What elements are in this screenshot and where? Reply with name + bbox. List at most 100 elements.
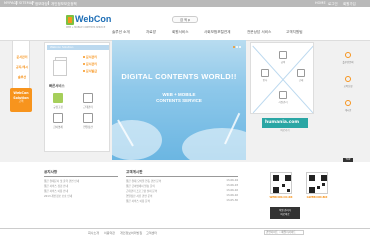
hr-label: 급여 (280, 61, 286, 64)
board-row-date: 13-05-30 (226, 199, 238, 202)
quick-item-board[interactable]: 게시판 (340, 108, 356, 112)
nav-item-member[interactable]: 회원서비스 (172, 30, 189, 35)
board-row[interactable]: 웹콘 급여명세서 발송 문의 (126, 184, 206, 188)
util-link-home[interactable]: HOME (315, 1, 326, 5)
quick-service-title: 빠른서비스 (49, 84, 65, 88)
util-separator (16, 1, 17, 5)
footer-divider (0, 228, 370, 229)
main-nav: 솔루션 소개 자료방 회원서비스 사회보험포털연계 전문상담 서비스 고객지원팀 (100, 30, 350, 38)
doc-button-manage-2[interactable]: 문서관리 (83, 62, 105, 67)
service-label: 급여명세 (53, 126, 63, 129)
board-row-date: 13-06-04 (226, 179, 238, 182)
util-link-join[interactable]: 회원가입 (343, 1, 356, 6)
quick-item-inquiry[interactable]: 솔루션문의 (340, 60, 356, 64)
personnel-icon[interactable] (261, 69, 269, 77)
notice-title: 공지사항 (44, 170, 58, 174)
solution-badge[interactable]: WebCon Solution 고객 (10, 88, 32, 112)
board-row[interactable]: 근태관리 프로그램 설치 문의 (126, 189, 206, 193)
notice-row[interactable]: 2013 개인정보 보호 안내 (44, 194, 72, 198)
util-link-privacy[interactable]: 개인정보보호정책 (51, 1, 77, 6)
qr-code-gwebcon[interactable] (306, 172, 328, 194)
quick-item-notice[interactable]: 공지/게시 (14, 65, 30, 69)
doc-button-issue[interactable]: 문서발급 (83, 69, 105, 74)
banner-pager[interactable] (232, 44, 244, 48)
search-button[interactable]: 검 색 ρ (172, 16, 198, 23)
small-ad-banner[interactable]: 직원 관리가 바로바로 (270, 207, 300, 219)
qr-label-gwebcon: GWEBCON.BIZ (306, 196, 328, 199)
qr-label-webcon: WEBCON.CO.KR (269, 196, 293, 199)
panel-heading: Webcon Solution (47, 45, 109, 50)
footer-link-terms[interactable]: 이용약관 (104, 231, 115, 235)
right-quick-menu: 솔루션문의 교육신청 게시판 (340, 46, 356, 134)
attendance-icon[interactable] (297, 69, 305, 77)
quick-item-documents[interactable]: 문서관리 (14, 55, 30, 59)
notice-row[interactable]: 웹콘 서비스 이용 안내 (44, 189, 68, 193)
logo-subtitle: WEB + MOBILE CONTENTS SERVICE (66, 26, 106, 29)
small-ad-line2: 바로바로 (280, 212, 290, 216)
logo-mark-icon (66, 15, 74, 25)
doc-button-label: 문서관리 (86, 55, 98, 59)
doc-button-manage[interactable]: 문서관리 (83, 55, 105, 60)
hr-label: 사원관리 (278, 101, 288, 104)
hr-menu-panel: 인사 급여 근태 사원관리 (250, 42, 314, 114)
inquiry-icon[interactable] (345, 52, 351, 58)
family-site-select[interactable]: 관련사이트 :: 패밀리사이트 (264, 230, 304, 235)
bullet-icon (83, 70, 85, 72)
util-link-login[interactable]: 로그인 (328, 1, 338, 6)
notice-box: 공지사항 웹콘 결재문서 및 출력 관련 안내 웹콘 서비스 점검 안내 웹콘 … (44, 170, 118, 220)
humania-sub[interactable]: 바로가기 (262, 128, 308, 132)
payslip-icon[interactable] (53, 113, 63, 123)
salary-icon[interactable] (279, 51, 287, 59)
notice-row[interactable]: 웹콘 서비스 점검 안내 (44, 184, 68, 188)
notice-row[interactable]: 웹콘 결재문서 및 출력 관련 안내 (44, 179, 79, 183)
solution-badge-title: WebCon Solution (13, 91, 29, 100)
footer-link-about[interactable]: 회사소개 (88, 231, 99, 235)
banner-sub-line2: CONTENTS SERVICE (156, 97, 202, 103)
divider (126, 176, 238, 177)
doc-button-label: 문서관리 (86, 62, 98, 66)
util-separator (32, 1, 33, 5)
top-utility-bar: MYPAGE SITEMAP 정보마당 개인정보보호정책 HOME 로그인 회원… (0, 0, 370, 7)
divider (44, 176, 118, 177)
qr-code-webcon[interactable] (270, 172, 292, 194)
cloud-shape (182, 128, 246, 160)
solution-badge-sub: 고객 (18, 100, 24, 103)
board-row[interactable]: 웹콘 결재 모바일 연동 관련 문의 (126, 179, 206, 183)
employee-icon[interactable] (279, 91, 287, 99)
documents-icon (53, 57, 67, 76)
util-separator (48, 1, 49, 5)
board-row-date: 13-06-03 (226, 184, 238, 187)
hr-label: 인사 (262, 79, 268, 82)
board-icon[interactable] (345, 100, 351, 106)
rules-icon[interactable] (53, 93, 63, 103)
service-label: 규정고정 (53, 106, 63, 109)
nav-item-consulting[interactable]: 전문상담 서비스 (247, 30, 271, 35)
quick-item-education[interactable]: 교육신청 (340, 84, 356, 88)
attendance-icon[interactable] (83, 93, 93, 103)
nav-item-social-insurance[interactable]: 사회보험포털연계 (204, 30, 230, 35)
board-row-date: 13-06-02 (226, 189, 238, 192)
hr-label: 근태 (298, 79, 304, 82)
service-label: 연말정산 (83, 126, 93, 129)
tax-settlement-icon[interactable] (83, 113, 93, 123)
scroll-top-button[interactable]: TOP (343, 158, 353, 162)
bullet-icon (83, 56, 85, 58)
education-icon[interactable] (345, 76, 351, 82)
footer-link-support[interactable]: 고객센터 (146, 231, 157, 235)
logo-text: WebCon (75, 14, 112, 24)
nav-item-library[interactable]: 자료방 (146, 30, 156, 35)
board-row[interactable]: 연말정산 서류 관련 문의 (126, 194, 206, 198)
board-title: 고객게시판 (126, 170, 143, 174)
banner-subtitle: WEB + MOBILE CONTENTS SERVICE (112, 92, 246, 103)
footer-link-privacy[interactable]: 개인정보처리방침 (120, 231, 142, 235)
humania-link[interactable]: humania.com (262, 118, 308, 128)
doc-button-label: 문서발급 (86, 69, 98, 73)
service-label: 근태관리 (83, 106, 93, 109)
main-banner[interactable]: DIGITAL CONTENTS WORLD!! WEB + MOBILE CO… (112, 40, 246, 160)
customer-board: 고객게시판 웹콘 결재 모바일 연동 관련 문의 13-06-04 웹콘 급여명… (126, 170, 238, 220)
util-link-info[interactable]: 정보마당 (35, 1, 48, 6)
board-row[interactable]: 웹콘 서비스 이용 문의 (126, 199, 206, 203)
nav-item-solution[interactable]: 솔루션 소개 (112, 30, 130, 35)
nav-item-support[interactable]: 고객지원팀 (286, 30, 303, 35)
quick-item-solution[interactable]: 솔루션 (14, 75, 30, 79)
